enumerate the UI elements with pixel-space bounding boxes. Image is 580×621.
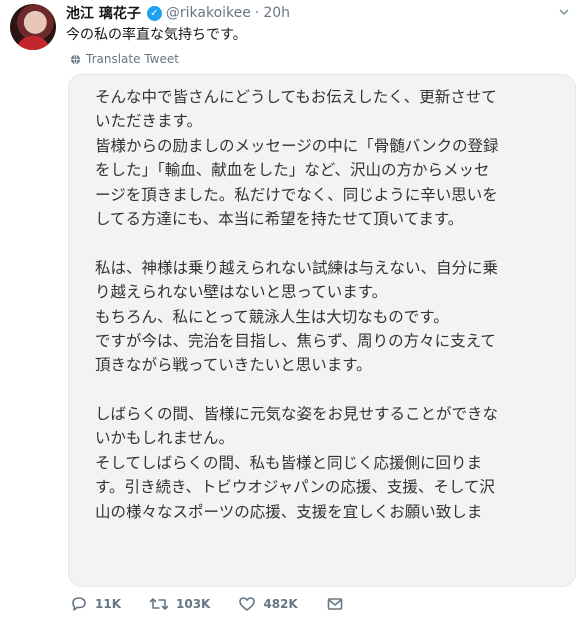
image-text-line: そんな中で皆さんにどうしてもお伝えしたく、更新させて [95, 88, 497, 106]
image-text-line: 私は、神様は乗り越えられない試練は与えない、自分に乗 [95, 258, 499, 277]
avatar-shirt [16, 36, 50, 50]
image-text-line: してる方達にも、本当に希望を持たせて頂いてます。 [95, 209, 464, 228]
tweet-header: 池江 璃花子 ✓ @rikakoikee · 20h [66, 3, 290, 23]
envelope-icon [326, 596, 344, 612]
image-text-line: ですが今は、完治を目指し、焦らず、周りの方々に支えて [95, 331, 496, 350]
image-text-line: ージを頂きました。私だけでなく、同じように辛い思いを [95, 185, 498, 204]
tweet-text: 今の私の率直な気持ちです。 [66, 27, 247, 43]
image-text-line: いただきます。 [95, 112, 202, 131]
image-text-line: り越えられない壁はないと思っています。 [95, 283, 388, 302]
reply-count: 11K [95, 597, 121, 611]
action-bar: 11K 103K 482K [70, 596, 372, 612]
direct-message-button[interactable] [326, 596, 344, 612]
author-name[interactable]: 池江 璃花子 [66, 3, 141, 23]
image-text-line: をした」「輸血、献血をした」など、沢山の方からメッセ [95, 161, 490, 180]
translate-label: Translate Tweet [86, 52, 179, 66]
attached-image[interactable]: そんな中で皆さんにどうしてもお伝えしたく、更新させて いただきます。皆様からの励ま… [68, 74, 576, 587]
heart-icon [238, 596, 256, 612]
like-count: 482K [263, 597, 298, 611]
avatar[interactable] [10, 4, 56, 50]
chevron-down-icon[interactable] [558, 6, 570, 18]
image-text-line: 頂きながら戦っていきたいと思います。 [95, 356, 372, 375]
image-text-line: す。引き続き、トビウオジャパンの応援、支援、そして沢 [95, 478, 495, 497]
image-text-line: もちろん、私にとって競泳人生は大切なものです。 [95, 307, 449, 326]
translate-tweet-link[interactable]: Translate Tweet [70, 52, 179, 66]
reply-button[interactable]: 11K [70, 596, 121, 612]
verified-badge-icon: ✓ [146, 5, 162, 21]
image-text-line: 皆様からの励ましのメッセージの中に「骨髄バンクの登録 [95, 136, 499, 155]
timestamp[interactable]: 20h [263, 5, 290, 21]
image-text-block: そんな中で皆さんにどうしてもお伝えしたく、更新させて いただきます。皆様からの励ま… [95, 85, 559, 524]
image-text-line: しばらくの間、皆様に元気な姿をお見せすることができな [95, 405, 499, 424]
reply-icon [70, 596, 88, 612]
image-text-line: いかもしれません。 [95, 429, 235, 448]
image-text-line: そしてしばらくの間、私も皆様と同じく応援側に回りま [95, 453, 483, 472]
image-text-line: 山の様々なスポーツの応援、支援を宜しくお願い致しま [95, 502, 483, 521]
author-handle[interactable]: @rikakoikee [166, 5, 251, 21]
retweet-icon [149, 596, 169, 612]
retweet-count: 103K [176, 597, 211, 611]
like-button[interactable]: 482K [238, 596, 298, 612]
separator-dot: · [254, 5, 260, 21]
globe-icon [70, 54, 81, 65]
retweet-button[interactable]: 103K [149, 596, 210, 612]
